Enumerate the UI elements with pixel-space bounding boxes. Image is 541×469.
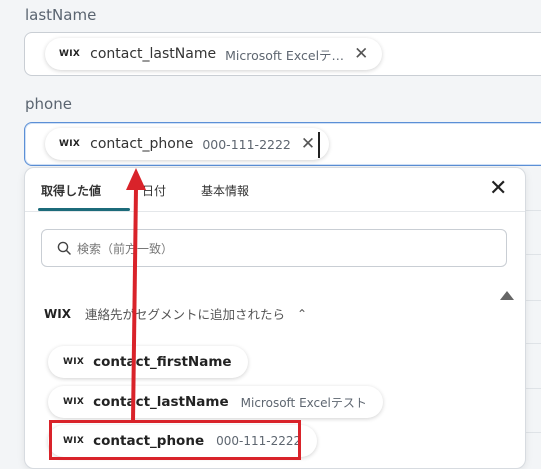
- annotation-arrow-icon: [126, 168, 146, 422]
